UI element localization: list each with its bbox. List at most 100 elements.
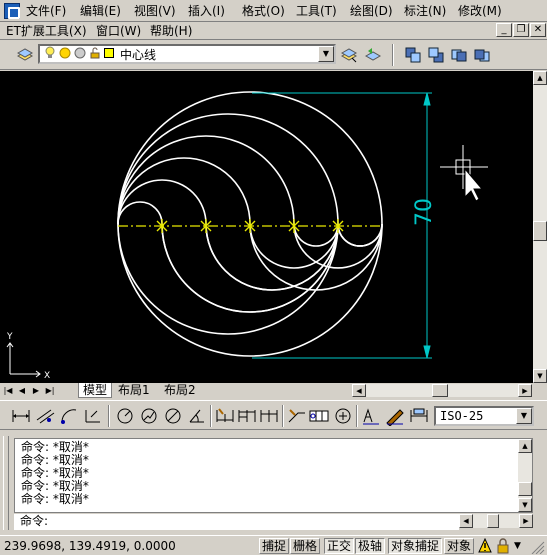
menu-tools[interactable]: 工具(T) [296, 3, 337, 19]
restore-icon[interactable]: ❐ [513, 23, 529, 37]
command-input[interactable]: 命令: [14, 514, 459, 530]
snap-toggle[interactable]: 捕捉 [259, 538, 290, 554]
scroll-right-icon[interactable]: ▶ [518, 384, 532, 397]
chevron-down-icon[interactable]: ▼ [318, 46, 334, 62]
command-history-line: 命令: *取消* [21, 492, 89, 506]
baseline-dim-icon[interactable] [236, 406, 258, 426]
layer-previous-icon[interactable] [362, 44, 384, 66]
layer-combo[interactable]: 中心线 ▼ [38, 44, 336, 64]
menu-insert[interactable]: 插入(I) [188, 3, 225, 19]
osnap-toggle[interactable]: 对象捕捉 [388, 538, 443, 554]
curve-1 [117, 201, 339, 313]
center-mark-icon[interactable] [332, 406, 354, 426]
sun-icon[interactable] [59, 47, 71, 62]
ordinate-dim-icon[interactable] [82, 406, 104, 426]
menu-window[interactable]: 窗口(W) [96, 23, 141, 39]
menu-file[interactable]: 文件(F) [26, 3, 66, 19]
curve-4 [117, 135, 339, 247]
dim-style-combo[interactable]: ISO-25 ▼ [434, 406, 534, 426]
status-bar: 239.9698, 139.4919, 0.0000 捕捉 栅格 正交 极轴 对… [0, 535, 547, 555]
scroll-down-icon[interactable]: ▼ [518, 498, 532, 512]
menu-et-tools[interactable]: ET扩展工具(X) [6, 23, 87, 39]
minimize-icon[interactable]: _ [496, 23, 512, 37]
tab-next-icon[interactable]: ▶ [30, 384, 42, 397]
h-scroll-thumb[interactable] [487, 514, 499, 528]
scroll-thumb[interactable] [518, 482, 532, 496]
menu-view[interactable]: 视图(V) [134, 3, 176, 19]
menu-draw[interactable]: 绘图(D) [350, 3, 393, 19]
tab-layout2[interactable]: 布局2 [160, 383, 200, 398]
layer-manager-icon[interactable] [14, 44, 36, 66]
scroll-up-icon[interactable]: ▲ [518, 439, 532, 453]
ucs-x-label: X [44, 371, 50, 381]
dim-edit-icon[interactable] [360, 406, 382, 426]
send-under-icon[interactable] [471, 44, 493, 66]
command-scrollbar[interactable]: ▲ ▼ [518, 439, 532, 512]
scroll-right-icon[interactable]: ▶ [519, 514, 533, 528]
layers-toolbar: 中心线 ▼ [0, 40, 547, 70]
drawing-canvas[interactable]: 70 X Y [0, 71, 533, 383]
close-icon[interactable]: ✕ [530, 23, 546, 37]
ortho-toggle[interactable]: 正交 [324, 538, 355, 554]
h-scroll-thumb[interactable] [432, 384, 448, 397]
menu-edit[interactable]: 编辑(E) [80, 3, 121, 19]
app-icon[interactable] [4, 3, 20, 19]
communication-center-icon[interactable] [478, 537, 492, 554]
layout-tabs: |◀ ◀ ▶ ▶| 模型 布局1 布局2 ◀ ▶ [0, 383, 547, 398]
bring-to-front-icon[interactable] [402, 44, 424, 66]
scroll-thumb[interactable] [533, 221, 547, 241]
menu-bar: 文件(F) 编辑(E) 视图(V) 插入(I) 格式(O) 工具(T) 绘图(D… [0, 0, 547, 22]
jogged-dim-icon[interactable] [138, 406, 160, 426]
chevron-down-icon[interactable]: ▼ [514, 540, 524, 552]
bring-above-icon[interactable] [448, 44, 470, 66]
command-input-scrollbar[interactable]: ◀ ▶ [459, 514, 533, 528]
angular-dim-icon[interactable] [186, 406, 208, 426]
tab-layout1[interactable]: 布局1 [114, 383, 154, 398]
color-swatch-icon[interactable] [104, 47, 114, 61]
chevron-down-icon[interactable]: ▼ [516, 408, 532, 424]
drawing-svg: 70 X Y [6, 91, 488, 381]
crosshair-cursor [440, 145, 488, 202]
scroll-down-icon[interactable]: ▼ [533, 369, 547, 383]
snap-markers [156, 219, 344, 233]
linear-dim-icon[interactable] [10, 406, 32, 426]
radius-dim-icon[interactable] [114, 406, 136, 426]
curve-8 [117, 223, 339, 335]
menu-modify[interactable]: 修改(M) [458, 3, 502, 19]
grid-toggle[interactable]: 栅格 [290, 538, 321, 554]
make-object-layer-current-icon[interactable] [338, 44, 360, 66]
freeze-viewport-icon[interactable] [74, 47, 86, 62]
lock-icon[interactable] [496, 538, 510, 554]
command-history: 命令: *取消* 命令: *取消* 命令: *取消* 命令: *取消* 命令: … [14, 438, 533, 513]
tab-first-icon[interactable]: |◀ [2, 384, 14, 397]
vertical-scrollbar[interactable]: ▲ ▼ [533, 71, 547, 383]
diameter-dim-icon[interactable] [162, 406, 184, 426]
polar-toggle[interactable]: 极轴 [355, 538, 386, 554]
menu-help[interactable]: 帮助(H) [150, 23, 192, 39]
tab-prev-icon[interactable]: ◀ [16, 384, 28, 397]
tab-model[interactable]: 模型 [78, 383, 113, 398]
command-window-grip[interactable] [3, 436, 9, 530]
dimension-text: 70 [412, 198, 437, 226]
unlock-icon[interactable] [89, 47, 101, 62]
scroll-left-icon[interactable]: ◀ [352, 384, 366, 397]
quick-leader-icon[interactable] [286, 406, 308, 426]
horizontal-scrollbar[interactable]: ◀ ▶ [352, 384, 532, 397]
lightbulb-icon[interactable] [44, 46, 56, 63]
send-to-back-icon[interactable] [425, 44, 447, 66]
tolerance-icon[interactable] [308, 406, 330, 426]
dim-text-edit-icon[interactable] [384, 406, 406, 426]
dim-update-icon[interactable] [408, 406, 430, 426]
resize-grip-icon[interactable] [529, 539, 545, 555]
scroll-up-icon[interactable]: ▲ [533, 71, 547, 85]
continue-dim-icon[interactable] [258, 406, 280, 426]
quick-dim-icon[interactable] [214, 406, 236, 426]
tab-last-icon[interactable]: ▶| [44, 384, 56, 397]
otrack-toggle[interactable]: 对象 [444, 538, 475, 554]
menu-format[interactable]: 格式(O) [242, 3, 285, 19]
menu-dimension[interactable]: 标注(N) [404, 3, 446, 19]
scroll-left-icon[interactable]: ◀ [459, 514, 473, 528]
coordinates-readout: 239.9698, 139.4919, 0.0000 [4, 539, 176, 553]
aligned-dim-icon[interactable] [34, 406, 56, 426]
arc-length-icon[interactable] [58, 406, 80, 426]
